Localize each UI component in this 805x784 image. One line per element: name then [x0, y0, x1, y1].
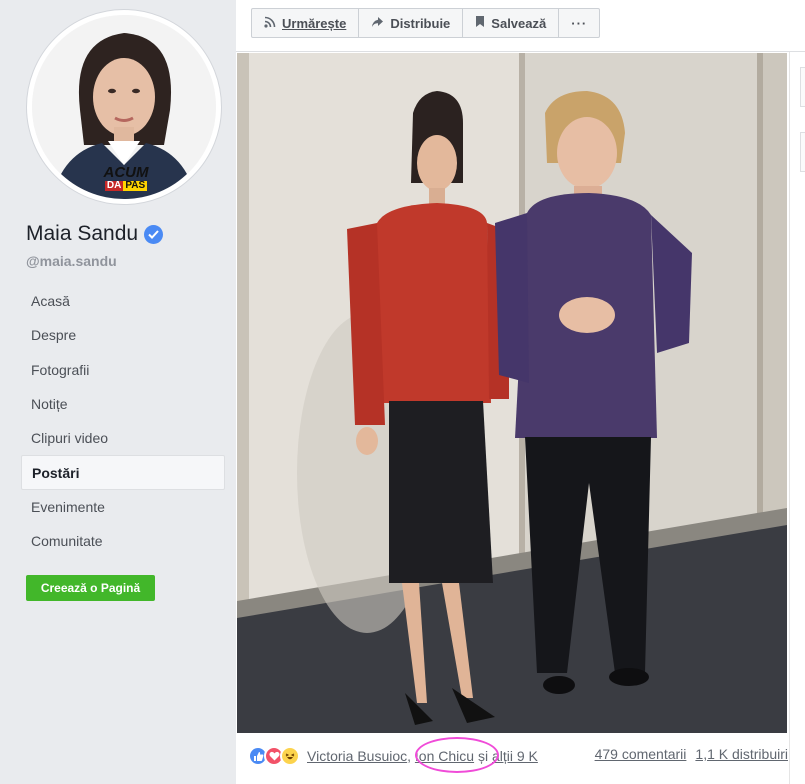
page-name-text[interactable]: Maia Sandu: [26, 222, 138, 246]
save-button[interactable]: Salvează: [463, 9, 560, 37]
save-label: Salvează: [491, 15, 547, 31]
action-button-group: Urmărește Distribuie Salvează ···: [251, 8, 601, 38]
post-photo[interactable]: [237, 53, 787, 733]
nav-item-clipuri-video[interactable]: Clipuri video: [21, 421, 225, 455]
post-card: [236, 52, 789, 784]
side-panel-tab[interactable]: [800, 132, 805, 172]
share-label: Distribuie: [390, 15, 451, 31]
rss-icon: [264, 16, 276, 31]
page-title[interactable]: Maia Sandu: [26, 222, 164, 246]
follow-button[interactable]: Urmărește: [252, 9, 360, 37]
nav-item-evenimente[interactable]: Evenimente: [21, 490, 225, 524]
right-scroll-strip: [789, 52, 805, 784]
share-button[interactable]: Distribuie: [359, 9, 464, 37]
shares-count-link[interactable]: 1,1 K distribuiri: [695, 746, 788, 762]
nav-item-despre[interactable]: Despre: [21, 318, 225, 352]
logo-pas: PAS: [123, 180, 148, 191]
logo-da: DA: [104, 180, 124, 191]
create-page-button[interactable]: Creează o Pagină: [26, 575, 155, 601]
nav-item-fotografii[interactable]: Fotografii: [21, 353, 225, 387]
reactions-bar: Victoria Busuioc, Ion Chicu și alții 9 K…: [248, 742, 788, 770]
follow-label: Urmărește: [282, 15, 347, 31]
haha-reaction-icon: [280, 746, 300, 766]
more-options-button[interactable]: ···: [559, 9, 599, 37]
profile-picture[interactable]: ACUM DA PAS: [26, 9, 222, 205]
page-actions-bar: Urmărește Distribuie Salvează ···: [236, 0, 805, 52]
page-handle[interactable]: @maia.sandu: [26, 253, 117, 269]
nav-item-notite[interactable]: Notițe: [21, 387, 225, 421]
reaction-icons[interactable]: [248, 746, 300, 766]
reactor-link-1[interactable]: Victoria Busuioc: [307, 748, 407, 764]
comments-count-link[interactable]: 479 comentarii: [595, 746, 687, 762]
acum-da-pas-logo: ACUM DA PAS: [101, 165, 151, 191]
side-panel-tab[interactable]: [800, 67, 805, 107]
annotation-circle: [415, 737, 499, 773]
bookmark-icon: [475, 15, 485, 31]
nav-item-acasa[interactable]: Acasă: [21, 284, 225, 318]
verified-icon: [144, 224, 164, 244]
page-nav: Acasă Despre Fotografii Notițe Clipuri v…: [21, 284, 225, 558]
logo-acum: ACUM: [103, 164, 149, 181]
share-arrow-icon: [371, 16, 384, 31]
post-stats: 479 comentarii 1,1 K distribuiri: [595, 746, 788, 762]
nav-item-comunitate[interactable]: Comunitate: [21, 524, 225, 558]
left-column: ACUM DA PAS Maia Sandu @maia.sandu Acasă…: [0, 0, 236, 784]
avatar: ACUM DA PAS: [32, 15, 216, 199]
nav-item-postari[interactable]: Postări: [21, 455, 225, 490]
more-label: ···: [571, 15, 588, 31]
